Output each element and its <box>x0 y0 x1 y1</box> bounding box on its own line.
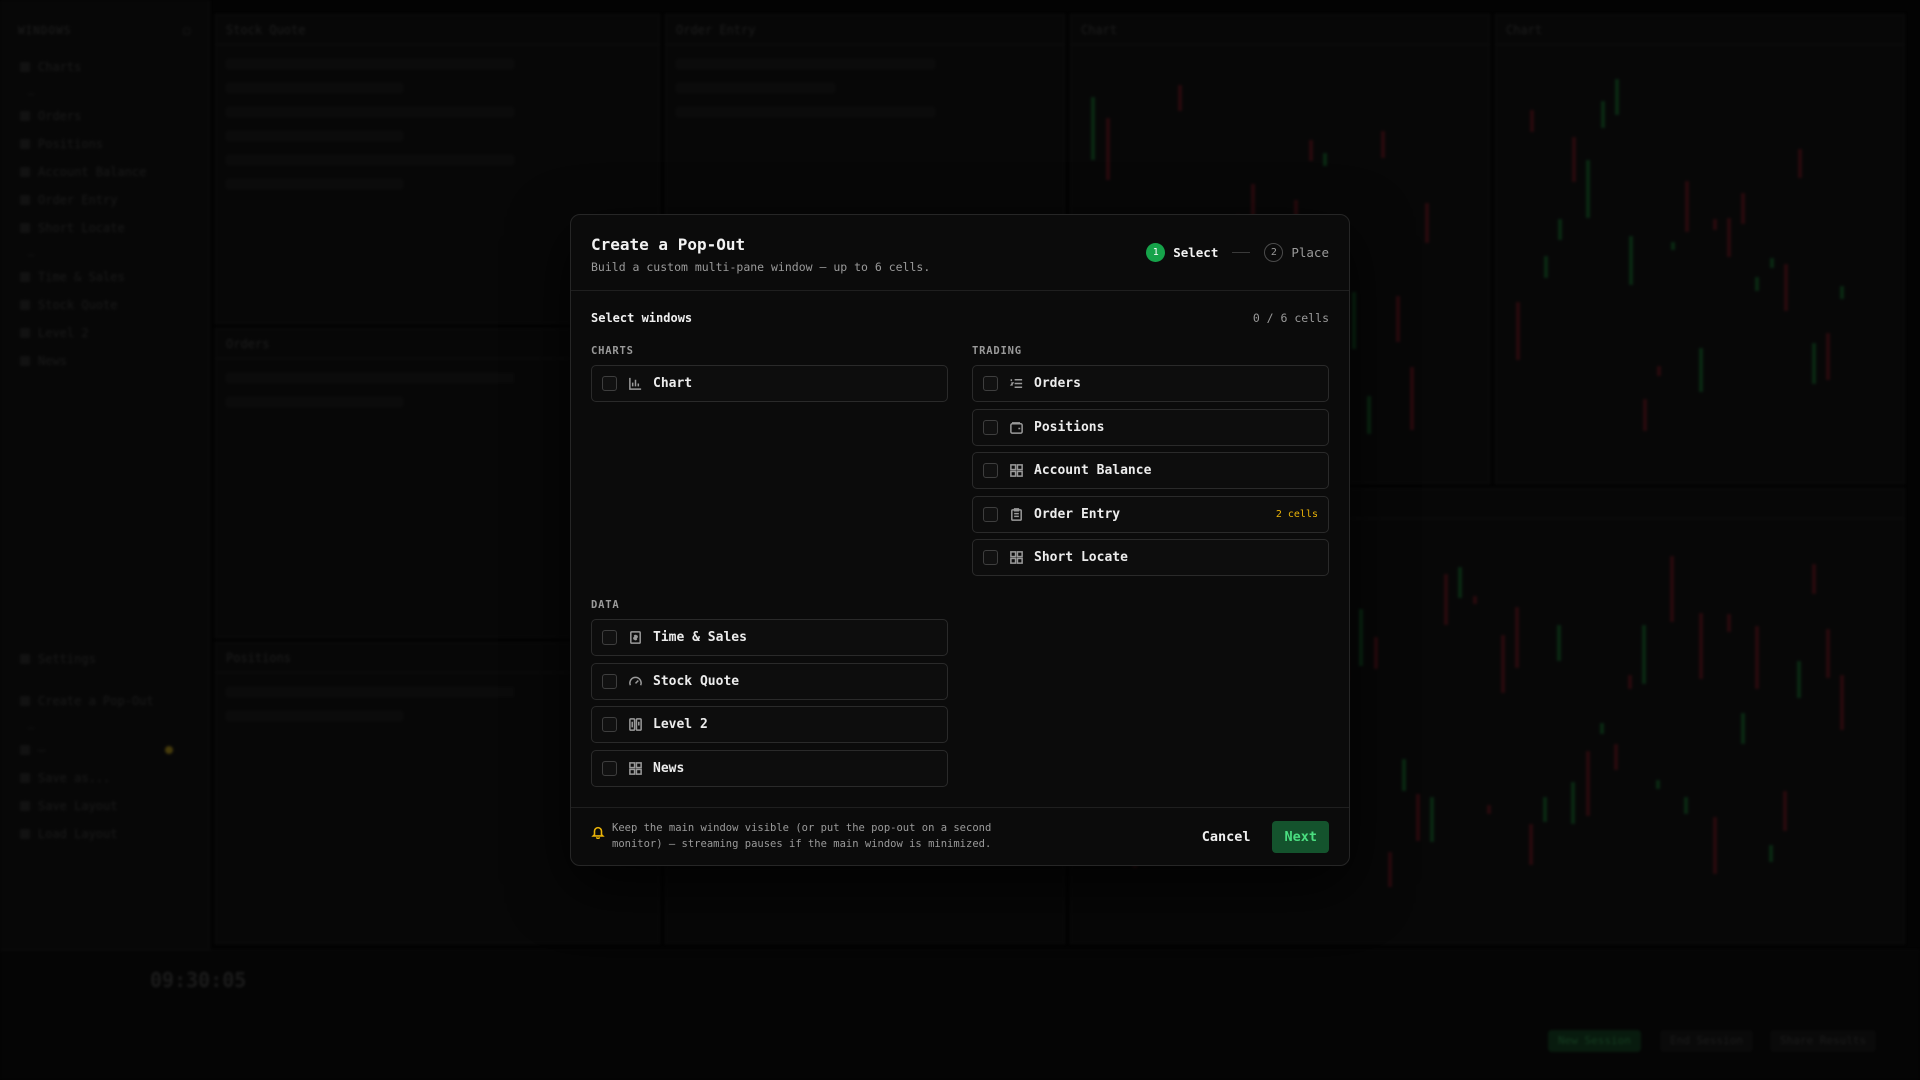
option-account-balance[interactable]: Account Balance <box>972 452 1329 489</box>
list-icon <box>1008 376 1024 392</box>
checkbox[interactable] <box>602 376 617 391</box>
section-label-data: DATA <box>591 599 620 611</box>
checkbox[interactable] <box>602 760 617 776</box>
create-popout-dialog: Create a Pop-Out Build a custom multi-pa… <box>570 214 1350 866</box>
option-label: Positions <box>1034 419 1105 435</box>
gauge-icon <box>627 673 643 689</box>
section-label-charts: CHARTS <box>591 345 634 357</box>
checkbox[interactable] <box>602 673 617 689</box>
checkbox[interactable] <box>983 463 998 478</box>
checkbox[interactable] <box>983 419 998 435</box>
step-2-label: Place <box>1291 245 1329 260</box>
checkbox[interactable] <box>983 550 998 565</box>
chart-icon <box>627 376 643 392</box>
grid-icon <box>627 760 643 776</box>
checkbox[interactable] <box>602 630 617 645</box>
option-short-locate[interactable]: Short Locate <box>972 539 1329 576</box>
step-1-label: Select <box>1173 245 1219 260</box>
grid-icon <box>1008 463 1024 479</box>
option-label: Chart <box>653 376 693 391</box>
option-label: Orders <box>1034 376 1081 391</box>
option-label: Short Locate <box>1034 550 1128 565</box>
select-windows-title: Select windows <box>591 311 693 325</box>
option-orders[interactable]: Orders <box>972 365 1329 402</box>
cancel-button[interactable]: Cancel <box>1194 823 1259 851</box>
left-column-data: DATA Time & Sales Stock Quote Level 2 Ne… <box>591 599 948 793</box>
next-button[interactable]: Next <box>1272 820 1329 853</box>
right-column: TRADING Orders Positions Account Balance… <box>972 345 1329 583</box>
option-stock-quote[interactable]: Stock Quote <box>591 662 948 700</box>
option-time-and-sales[interactable]: Time & Sales <box>591 619 948 656</box>
option-positions[interactable]: Positions <box>972 408 1329 446</box>
option-label: Stock Quote <box>653 673 740 689</box>
option-label: Order Entry <box>1034 506 1121 522</box>
dialog-header: Create a Pop-Out Build a custom multi-pa… <box>571 215 1349 291</box>
columns-icon <box>627 717 643 733</box>
left-column: CHARTS Chart <box>591 345 948 409</box>
step-divider <box>1232 252 1251 253</box>
option-news[interactable]: News <box>591 749 948 787</box>
step-1-number: 1 <box>1146 243 1166 262</box>
option-label: Level 2 <box>653 717 708 732</box>
checkbox[interactable] <box>983 376 998 391</box>
option-chart[interactable]: Chart <box>591 365 948 402</box>
cells-badge: 2 cells <box>1275 508 1318 520</box>
bell-icon <box>591 824 605 839</box>
clipboard-icon <box>1008 506 1024 522</box>
option-label: Time & Sales <box>653 630 747 645</box>
option-label: Account Balance <box>1034 463 1152 478</box>
footer-note: Keep the main window visible (or put the… <box>612 822 992 850</box>
wallet-icon <box>1008 419 1024 435</box>
checkbox[interactable] <box>602 717 617 732</box>
dialog-subtitle: Build a custom multi-pane window — up to… <box>591 260 931 274</box>
cell-count: 0 / 6 cells <box>1252 311 1329 325</box>
option-order-entry[interactable]: Order Entry 2 cells <box>972 495 1329 533</box>
section-label-trading: TRADING <box>972 345 1022 357</box>
footer-actions: Cancel Next <box>1194 820 1329 853</box>
dialog-body: Select windows 0 / 6 cells CHARTS Chart … <box>591 311 1329 807</box>
dialog-footer: Keep the main window visible (or put the… <box>571 807 1349 865</box>
option-label: News <box>653 760 685 776</box>
option-level-2[interactable]: Level 2 <box>591 706 948 743</box>
receipt-icon <box>627 630 643 646</box>
select-windows-header: Select windows 0 / 6 cells <box>591 311 1329 325</box>
wizard-stepper: 1 Select 2 Place <box>1146 243 1329 262</box>
grid-icon <box>1008 550 1024 566</box>
checkbox[interactable] <box>983 506 998 522</box>
step-2-number: 2 <box>1264 243 1284 262</box>
